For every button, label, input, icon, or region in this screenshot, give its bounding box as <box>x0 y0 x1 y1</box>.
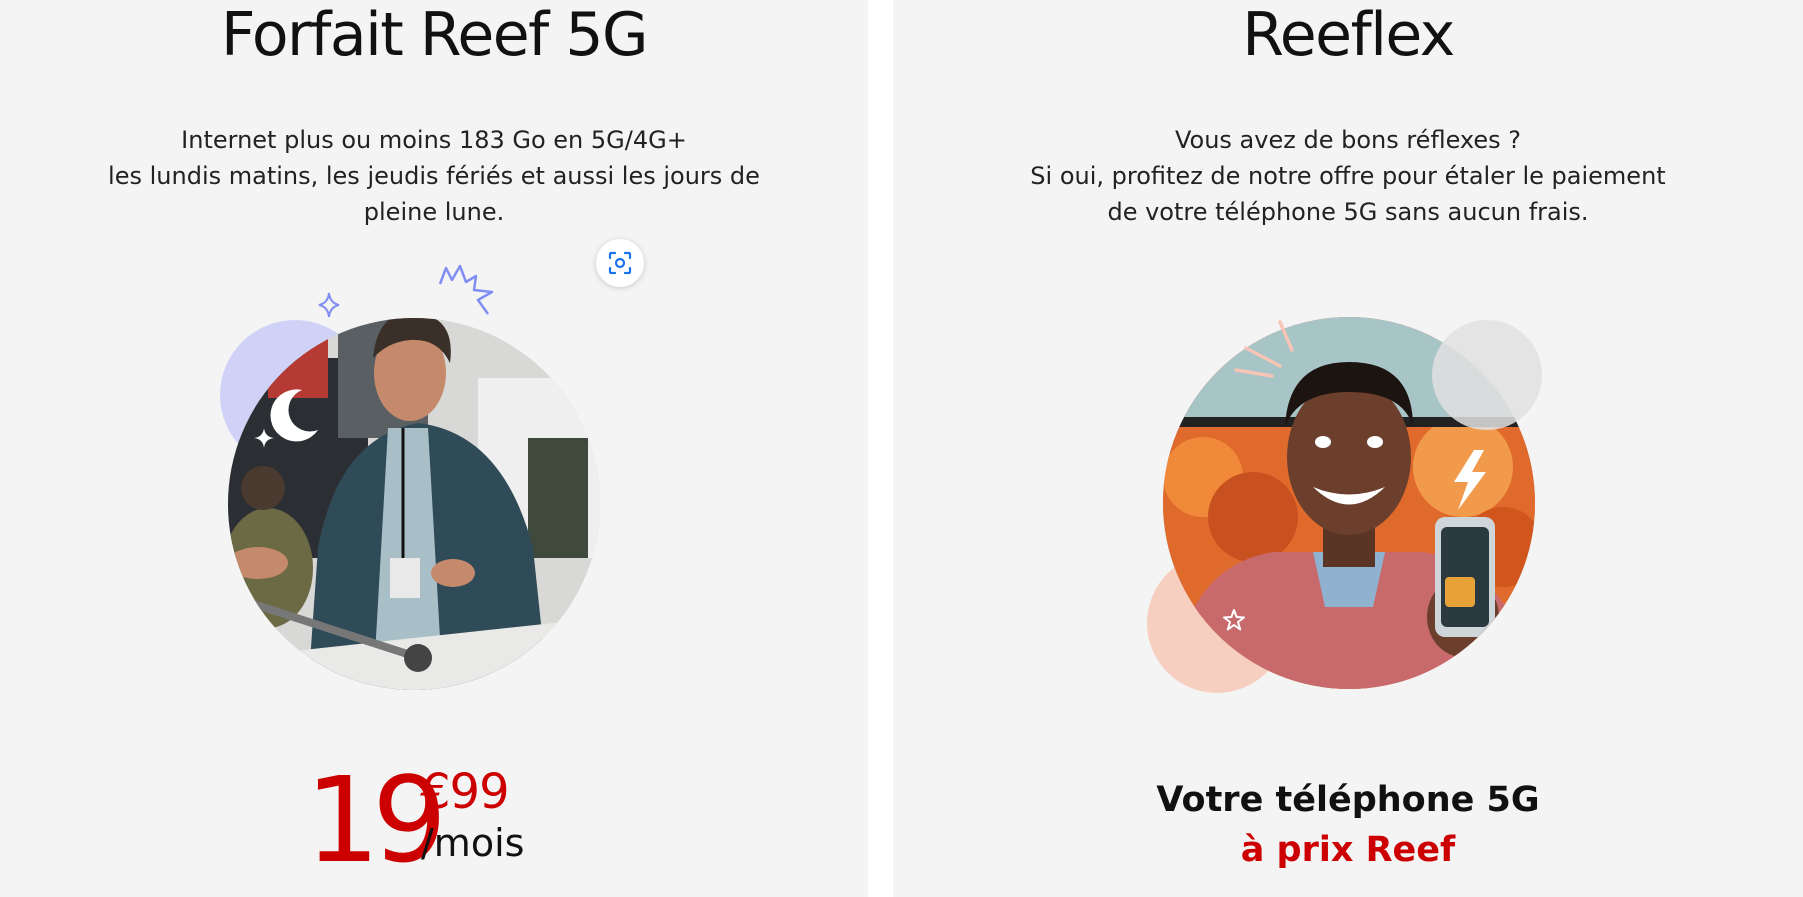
rays-icon <box>1234 320 1294 378</box>
description-line: pleine lune. <box>363 198 505 226</box>
price-unit: /mois <box>421 821 525 865</box>
star-icon <box>254 428 274 448</box>
offer-card-forfait: Forfait Reef 5G Internet plus ou moins 1… <box>0 0 868 897</box>
description-line: Si oui, profitez de notre offre pour éta… <box>1030 162 1666 190</box>
lightning-icon <box>1454 450 1486 510</box>
burst-icon <box>438 264 494 315</box>
price-cents: €99 <box>420 764 510 820</box>
description-line: Vous avez de bons réflexes ? <box>1174 126 1522 154</box>
offer-description: Internet plus ou moins 183 Go en 5G/4G+ … <box>0 122 868 230</box>
offer-title: Forfait Reef 5G <box>220 0 649 70</box>
offer-headline: Votre téléphone 5G <box>1156 780 1540 820</box>
decorative-blob <box>1432 320 1542 430</box>
offer-title: Reeflex <box>1242 0 1455 70</box>
man-presenting-photo <box>228 318 600 690</box>
offer-description: Vous avez de bons réflexes ? Si oui, pro… <box>893 122 1803 230</box>
visual-search-button[interactable] <box>596 239 644 287</box>
description-line: Internet plus ou moins 183 Go en 5G/4G+ <box>181 126 687 154</box>
star-icon <box>1223 609 1245 631</box>
offer-subheadline: à prix Reef <box>1240 830 1456 870</box>
description-line: de votre téléphone 5G sans aucun frais. <box>1107 198 1589 226</box>
description-line: les lundis matins, les jeudis fériés et … <box>108 162 760 190</box>
scan-icon <box>608 251 632 275</box>
sparkle-icon <box>318 292 340 318</box>
